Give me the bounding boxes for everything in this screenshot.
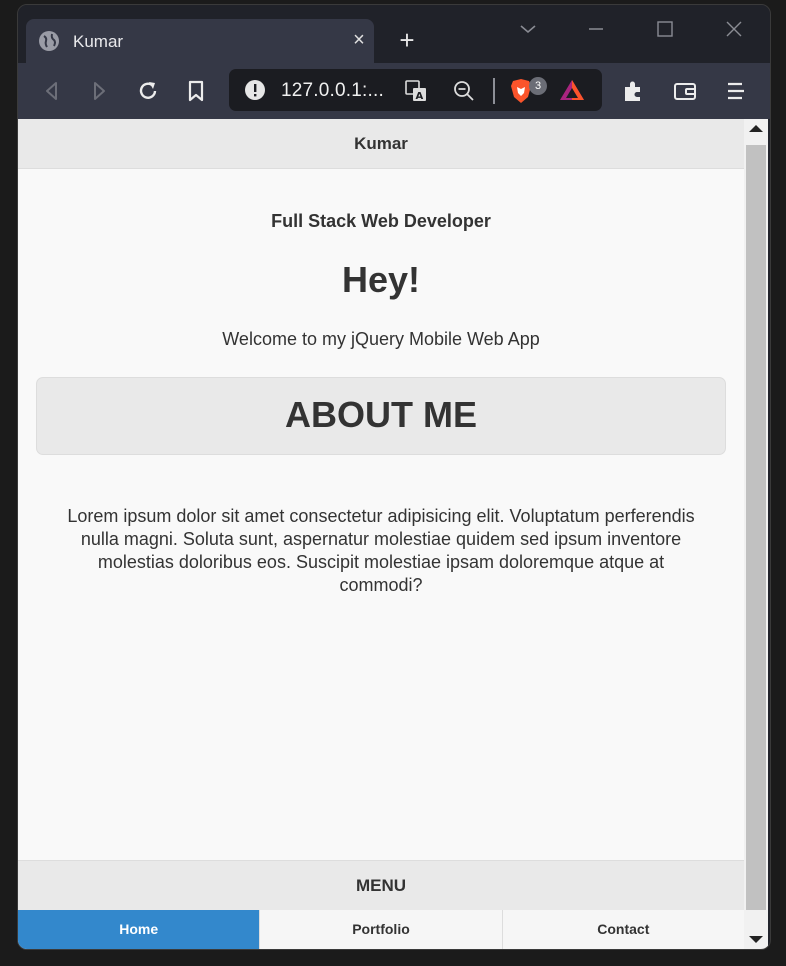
scroll-down-arrow-icon[interactable] [749, 936, 763, 943]
tab-title: Kumar [73, 32, 124, 51]
translate-icon[interactable]: A [404, 79, 428, 103]
page-viewport: Kumar Full Stack Web Developer Hey! Welc… [18, 119, 744, 949]
menu-icon[interactable] [722, 77, 750, 105]
bookmark-icon[interactable] [182, 77, 210, 105]
scroll-up-arrow-icon[interactable] [749, 125, 763, 132]
wallet-icon[interactable] [671, 77, 699, 105]
url-text[interactable]: 127.0.0.1:... [281, 80, 384, 102]
footer-navbar: Home Portfolio Contact [18, 910, 744, 949]
greeting-heading: Hey! [341, 259, 421, 300]
page-header: Kumar [18, 119, 744, 169]
tab-close-icon[interactable]: × [348, 29, 370, 52]
tab-search-chevron-icon[interactable] [516, 17, 540, 41]
forward-icon[interactable] [85, 77, 113, 105]
menu-footer-title: MENU [18, 860, 744, 910]
close-window-icon[interactable] [722, 17, 746, 41]
about-paragraph: Lorem ipsum dolor sit amet consectetur a… [67, 506, 695, 595]
vertical-scrollbar[interactable] [744, 119, 768, 949]
address-bar[interactable]: 127.0.0.1:... A 3 [229, 69, 602, 111]
tab-bar: Kumar × + [18, 5, 770, 63]
browser-window: Kumar × + 127.0.0.1:... A 3 Kumar Full S… [17, 4, 771, 950]
page-subtitle: Full Stack Web Developer [271, 211, 491, 231]
browser-toolbar: 127.0.0.1:... A 3 [18, 63, 770, 119]
nav-portfolio[interactable]: Portfolio [259, 910, 502, 949]
svg-text:A: A [416, 91, 424, 102]
scroll-thumb[interactable] [746, 145, 766, 910]
nav-home[interactable]: Home [18, 910, 260, 949]
back-icon[interactable] [38, 77, 66, 105]
minimize-icon[interactable] [584, 17, 608, 41]
site-info-icon[interactable] [244, 79, 266, 101]
about-me-button[interactable]: ABOUT ME [36, 377, 726, 455]
nav-contact[interactable]: Contact [501, 910, 744, 949]
reload-icon[interactable] [134, 77, 162, 105]
maximize-icon[interactable] [653, 17, 677, 41]
new-tab-button[interactable]: + [394, 27, 420, 53]
shields-count-badge: 3 [529, 77, 547, 95]
globe-icon [39, 31, 59, 51]
zoom-out-icon[interactable] [452, 79, 476, 103]
brave-rewards-icon[interactable] [559, 78, 585, 102]
welcome-text: Welcome to my jQuery Mobile Web App [222, 329, 540, 349]
browser-tab[interactable]: Kumar × [26, 19, 374, 63]
url-separator [493, 78, 495, 104]
extensions-icon[interactable] [620, 77, 648, 105]
